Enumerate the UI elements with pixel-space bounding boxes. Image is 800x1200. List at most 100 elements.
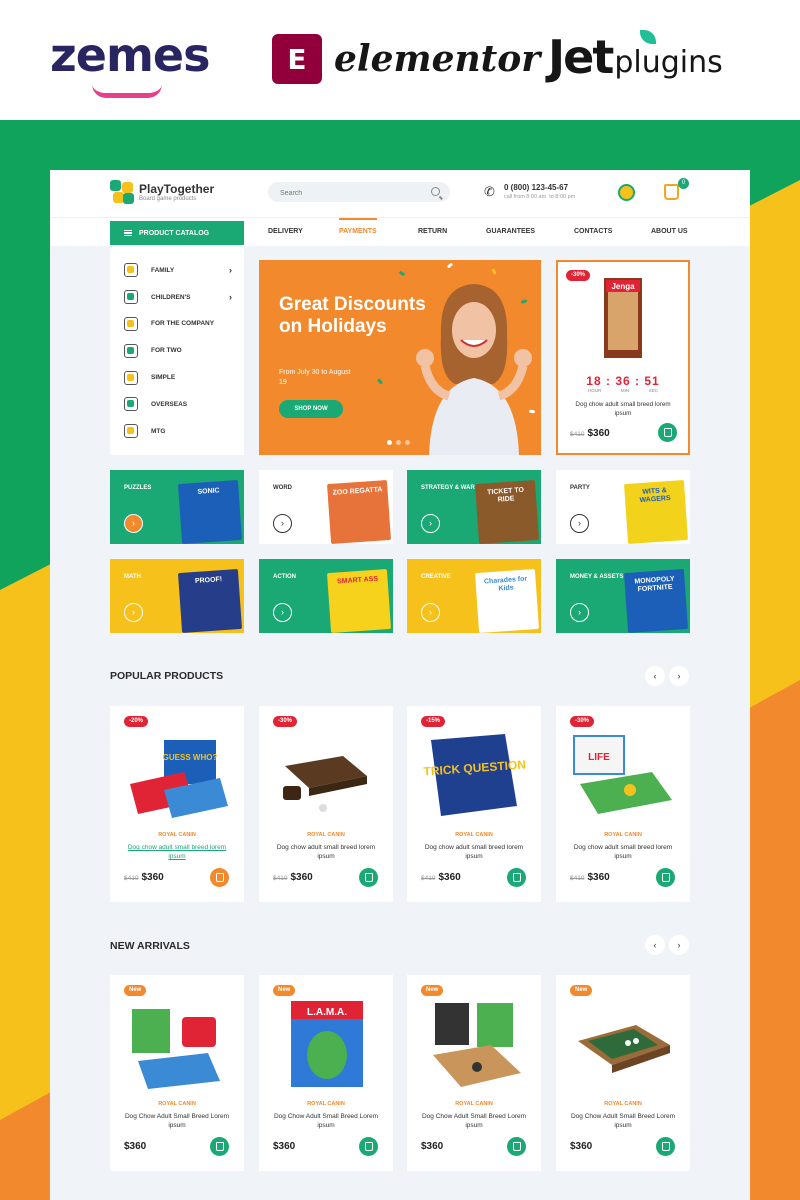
carousel-dot-2[interactable] (396, 440, 401, 445)
product-card[interactable]: New ROYAL CANIN Dog Chow Adult Small Bre… (407, 975, 541, 1171)
product-card[interactable]: -30% ROYAL CANIN Dog chow adult small br… (259, 706, 393, 902)
chevron-right-icon: › (229, 292, 232, 303)
catalog-item-for-two[interactable]: FOR TWO (110, 337, 244, 364)
catalog-item-family[interactable]: FAMILY › (110, 257, 244, 284)
arrow-right-icon[interactable]: › (273, 603, 292, 622)
nav-payments[interactable]: PAYMENTS (339, 218, 377, 246)
add-to-cart-button[interactable] (656, 868, 675, 887)
new-arrivals-title: NEW ARRIVALS (110, 940, 190, 952)
shop-now-button[interactable]: SHOP NOW (279, 400, 343, 418)
tile-box-text: TICKET TO RIDE (486, 486, 525, 504)
arrivals-prev-button[interactable]: ‹ (645, 935, 665, 955)
brand-strip: zemes E elementor Jet plugins (0, 0, 800, 120)
arrow-right-icon[interactable]: › (273, 514, 292, 533)
chevron-right-icon: › (229, 265, 232, 276)
catalog-item-simple[interactable]: SIMPLE (110, 364, 244, 391)
price-row: $360 (421, 1141, 443, 1152)
jet-logo-text: Jet (548, 30, 614, 84)
group-icon (124, 316, 138, 331)
site-logo-name[interactable]: PlayTogether (139, 182, 214, 196)
product-image (578, 1025, 670, 1073)
old-price: $410 (570, 875, 585, 882)
arrow-right-icon[interactable]: › (570, 603, 589, 622)
nav-return[interactable]: RETURN (418, 218, 447, 246)
product-name[interactable]: Dog Chow Adult Small Breed Lorem ipsum (124, 1112, 230, 1130)
arrivals-next-button[interactable]: › (669, 935, 689, 955)
arrow-right-icon[interactable]: › (421, 603, 440, 622)
product-catalog-button[interactable]: PRODUCT CATALOG (110, 221, 244, 245)
category-tile-action[interactable]: ACTION › SMART ASS (259, 559, 393, 633)
arrow-right-icon[interactable]: › (570, 514, 589, 533)
nav-guarantees[interactable]: GUARANTEES (486, 218, 535, 246)
product-brand: ROYAL CANIN (604, 832, 642, 838)
old-price: $410 (421, 875, 436, 882)
nav-about-us[interactable]: ABOUT US (651, 218, 688, 246)
timer-label-sec: SEC (648, 388, 658, 393)
action-box-image: SMART ASS (326, 568, 392, 633)
nav-contacts[interactable]: CONTACTS (574, 218, 612, 246)
product-name[interactable]: Dog chow adult small breed lorem ipsum (273, 843, 379, 861)
arrow-right-icon[interactable]: › (124, 514, 143, 533)
product-card[interactable]: -15% TRICK QUESTION ROYAL CANIN Dog chow… (407, 706, 541, 902)
catalog-item-label: MTG (151, 427, 166, 435)
carousel-dot-1[interactable] (387, 440, 392, 445)
product-name[interactable]: Dog Chow Adult Small Breed Lorem ipsum (421, 1112, 527, 1130)
catalog-item-overseas[interactable]: OVERSEAS (110, 391, 244, 418)
product-brand: ROYAL CANIN (604, 1101, 642, 1107)
catalog-item-label: FOR THE COMPANY (151, 320, 215, 328)
product-card[interactable]: New L.A.M.A. ROYAL CANIN Dog Chow Adult … (259, 975, 393, 1171)
category-tile-creative[interactable]: CREATIVE › Charades for Kids (407, 559, 541, 633)
product-card[interactable]: New ROYAL CANIN Dog Chow Adult Small Bre… (110, 975, 244, 1171)
add-to-cart-button[interactable] (359, 868, 378, 887)
product-name[interactable]: Dog Chow Adult Small Breed Lorem ipsum (570, 1112, 676, 1130)
puzzle-icon (124, 370, 138, 385)
tile-label: MATH (124, 574, 141, 580)
phone-icon: ✆ (484, 184, 495, 199)
product-card[interactable]: New ROYAL CANIN Dog Chow Adult Small Bre… (556, 975, 690, 1171)
puzzle-logo-icon[interactable] (110, 180, 134, 204)
arrow-right-icon[interactable]: › (421, 514, 440, 533)
product-card[interactable]: -30% LIFE ROYAL CANIN Dog chow adult sma… (556, 706, 690, 902)
word-game-box-image: ZOO REGATTA (326, 479, 392, 544)
category-tile-word[interactable]: WORD › ZOO REGATTA (259, 470, 393, 544)
search-input[interactable] (268, 183, 418, 204)
phone-number[interactable]: 0 (800) 123-45-67 (504, 183, 568, 192)
popular-next-button[interactable]: › (669, 666, 689, 686)
tile-label: WORD (273, 485, 292, 491)
add-to-cart-button[interactable] (507, 868, 526, 887)
nav-delivery[interactable]: DELIVERY (268, 218, 303, 246)
product-image (433, 1003, 521, 1087)
deal-product-name[interactable]: Dog chow adult small breed lorem ipsum (568, 400, 678, 418)
party-box-image: WITS & WAGERS (623, 479, 689, 544)
site-header: PlayTogether Board game products ✆ 0 (80… (50, 170, 750, 218)
catalog-item-mtg[interactable]: MTG (110, 418, 244, 445)
cart-icon[interactable] (664, 184, 679, 200)
product-name[interactable]: Dog chow adult small breed lorem ipsum (570, 843, 676, 861)
tile-box-text: Charades for Kids (483, 575, 528, 593)
product-name[interactable]: Dog Chow Adult Small Breed Lorem ipsum (273, 1112, 379, 1130)
category-tile-money-assets[interactable]: MONEY & ASSETS › MONOPOLY FORTNITE (556, 559, 690, 633)
add-to-cart-button[interactable] (210, 1137, 229, 1156)
arrow-right-icon[interactable]: › (124, 603, 143, 622)
product-name[interactable]: Dog chow adult small breed lorem ipsum (421, 843, 527, 861)
category-tile-math[interactable]: MATH › PROOF! (110, 559, 244, 633)
user-account-icon[interactable] (618, 184, 635, 201)
add-to-cart-button[interactable] (359, 1137, 378, 1156)
popular-prev-button[interactable]: ‹ (645, 666, 665, 686)
product-name-link[interactable]: Dog chow adult small breed lorem ipsum (124, 843, 230, 861)
search-icon[interactable] (431, 187, 440, 196)
add-to-cart-button[interactable] (210, 868, 229, 887)
catalog-item-for-the-company[interactable]: FOR THE COMPANY (110, 311, 244, 338)
product-card[interactable]: -20% GUESS WHO? ROYAL CANIN Dog chow adu… (110, 706, 244, 902)
deal-card[interactable]: -30% Jenga 18 : 36 : 51 HOUR MIN SEC Dog… (556, 260, 690, 455)
add-to-cart-button[interactable] (656, 1137, 675, 1156)
add-to-cart-button[interactable] (507, 1137, 526, 1156)
hero-banner[interactable]: Great Discounts on Holidays From July 30… (259, 260, 541, 455)
add-to-cart-button[interactable] (658, 423, 677, 442)
category-tile-puzzles[interactable]: PUZZLES › SONIC (110, 470, 244, 544)
catalog-item-childrens[interactable]: CHILDREN'S › (110, 284, 244, 311)
tile-box-text: SONIC (197, 487, 220, 496)
category-tile-party[interactable]: PARTY › WITS & WAGERS (556, 470, 690, 544)
carousel-dot-3[interactable] (405, 440, 410, 445)
category-tile-strategy-war[interactable]: STRATEGY & WAR › TICKET TO RIDE (407, 470, 541, 544)
